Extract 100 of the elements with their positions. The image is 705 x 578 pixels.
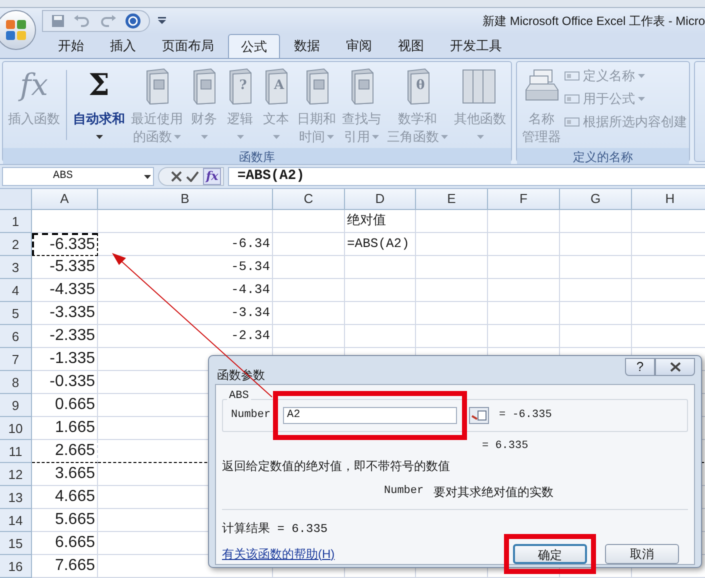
table-cell — [416, 302, 488, 325]
label-tag-icon — [564, 93, 580, 105]
column-header[interactable]: C — [273, 189, 345, 210]
table-cell — [273, 210, 345, 233]
ribbon-tab[interactable]: 审阅 — [334, 34, 384, 58]
table-cell — [416, 210, 488, 233]
office-logo-button[interactable] — [0, 10, 36, 50]
row-header[interactable]: 14 — [0, 509, 32, 532]
table-cell: =ABS(A2) — [345, 233, 416, 256]
ribbon-tab[interactable]: 开始 — [46, 34, 96, 58]
table-cell: 5.665 — [32, 509, 98, 532]
table-cell — [560, 233, 632, 256]
row-header[interactable]: 5 — [0, 302, 32, 325]
cancel-icon[interactable] — [171, 171, 182, 182]
ribbon-tab[interactable]: 页面布局 — [150, 34, 226, 58]
save-icon[interactable] — [51, 14, 65, 28]
row-header[interactable]: 8 — [0, 371, 32, 394]
table-cell — [273, 233, 345, 256]
column-header[interactable]: H — [632, 189, 705, 210]
column-header[interactable]: F — [488, 189, 560, 210]
function-glyph-icon: fx — [20, 66, 48, 106]
table-cell: 3.665 — [32, 463, 98, 486]
row-header[interactable]: 6 — [0, 325, 32, 348]
table-cell — [32, 210, 98, 233]
table-cell — [345, 279, 416, 302]
row-header[interactable]: 10 — [0, 417, 32, 440]
column-header[interactable]: A — [32, 189, 98, 210]
row-header[interactable]: 1 — [0, 210, 32, 233]
table-cell — [416, 233, 488, 256]
row-header[interactable]: 4 — [0, 279, 32, 302]
table-cell: 2.665 — [32, 440, 98, 463]
row-header[interactable]: 7 — [0, 348, 32, 371]
name-box[interactable]: ABS — [2, 167, 154, 186]
customize-toolbar-icon[interactable] — [158, 16, 166, 24]
argument-value: = -6.335 — [499, 408, 552, 424]
ribbon-tab[interactable]: 插入 — [98, 34, 148, 58]
table-cell — [560, 279, 632, 302]
row-header[interactable]: 3 — [0, 256, 32, 279]
table-cell: 1.665 — [32, 417, 98, 440]
row-header[interactable]: 12 — [0, 463, 32, 486]
table-cell: -2.335 — [32, 325, 98, 348]
help-button[interactable]: ? — [625, 358, 655, 376]
help-icon[interactable] — [125, 12, 141, 28]
ribbon-tab[interactable]: 数据 — [282, 34, 332, 58]
collapse-dialog-icon[interactable] — [469, 407, 489, 424]
ribbon-tab[interactable]: 公式 — [228, 34, 280, 58]
table-cell: 7.665 — [32, 555, 98, 578]
table-cell — [273, 279, 345, 302]
table-cell — [488, 256, 560, 279]
table-cell — [488, 210, 560, 233]
table-cell — [488, 279, 560, 302]
table-cell: -3.335 — [32, 302, 98, 325]
table-cell — [273, 302, 345, 325]
dialog-button[interactable]: 确定 — [513, 544, 587, 564]
dialog-button[interactable]: 取消 — [605, 544, 679, 564]
table-cell — [345, 256, 416, 279]
row-header[interactable]: 16 — [0, 555, 32, 578]
help-link[interactable]: 有关该函数的帮助(H) — [222, 544, 335, 562]
row-header[interactable]: 11 — [0, 440, 32, 463]
row-header[interactable]: 9 — [0, 394, 32, 417]
table-cell: -3.34 — [98, 302, 273, 325]
check-icon[interactable] — [186, 171, 199, 182]
table-cell: 6.665 — [32, 532, 98, 555]
result-value: = 6.335 — [482, 439, 530, 454]
table-cell — [416, 279, 488, 302]
row-header[interactable]: 13 — [0, 486, 32, 509]
ribbon-button[interactable]: Σ 自动求和 — [70, 62, 128, 148]
ribbon-tab[interactable]: 开发工具 — [438, 34, 514, 58]
table-cell — [416, 256, 488, 279]
label-tag-icon — [564, 70, 580, 82]
column-header[interactable]: G — [560, 189, 632, 210]
table-cell: -1.335 — [32, 348, 98, 371]
formula-result: 计算结果 = 6.335 — [222, 520, 329, 538]
label-tag-icon — [564, 116, 580, 128]
close-icon — [670, 362, 680, 372]
argument-field[interactable]: A2 — [283, 407, 457, 424]
table-cell: -4.335 — [32, 279, 98, 302]
table-cell: -4.34 — [98, 279, 273, 302]
argument-description: 要对其求绝对值的实数 — [434, 484, 554, 500]
table-cell — [560, 302, 632, 325]
table-cell: 绝对值 — [345, 210, 416, 233]
table-cell — [345, 302, 416, 325]
column-header[interactable]: D — [345, 189, 416, 210]
office-logo-icon — [5, 19, 27, 41]
column-header[interactable]: B — [98, 189, 273, 210]
ribbon-tab[interactable]: 视图 — [386, 34, 436, 58]
table-cell: -2.34 — [98, 325, 273, 348]
close-button[interactable] — [655, 358, 695, 376]
table-cell: 4.665 — [32, 486, 98, 509]
column-header[interactable]: E — [416, 189, 488, 210]
argument-name: Number — [384, 484, 424, 500]
insert-function-button[interactable]: fx — [203, 168, 222, 185]
table-cell: -6.34 — [98, 233, 273, 256]
table-cell: -6.335 — [32, 233, 98, 256]
caret-icon — [144, 174, 151, 178]
row-header[interactable]: 15 — [0, 532, 32, 555]
row-header[interactable]: 2 — [0, 233, 32, 256]
formula-field[interactable]: =ABS(A2) — [228, 167, 705, 186]
table-cell — [488, 233, 560, 256]
table-cell — [560, 210, 632, 233]
